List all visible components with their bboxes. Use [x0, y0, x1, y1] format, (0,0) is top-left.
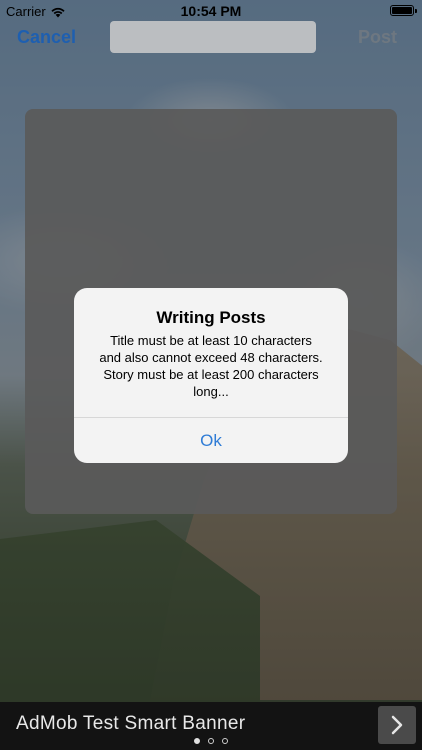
page-dot[interactable]: [194, 738, 200, 744]
battery-icon: [390, 5, 417, 16]
post-button[interactable]: Post: [358, 27, 397, 48]
compose-post-screen: Carrier 10:54 PM Cancel Post Writing Pos…: [0, 0, 422, 750]
post-title-input[interactable]: [110, 21, 316, 53]
alert-message: Title must be at least 10 characters and…: [99, 333, 323, 399]
page-indicator: [0, 738, 422, 746]
page-dot[interactable]: [208, 738, 214, 744]
alert-title: Writing Posts: [156, 308, 266, 327]
writing-posts-alert: Writing Posts Title must be at least 10 …: [74, 288, 348, 463]
page-dot[interactable]: [222, 738, 228, 744]
ad-banner-text: AdMob Test Smart Banner: [16, 713, 246, 734]
cancel-button[interactable]: Cancel: [17, 27, 76, 48]
status-time: 10:54 PM: [180, 3, 242, 19]
status-bar: Carrier 10:54 PM: [0, 0, 422, 22]
alert-ok-button[interactable]: Ok: [74, 418, 348, 463]
